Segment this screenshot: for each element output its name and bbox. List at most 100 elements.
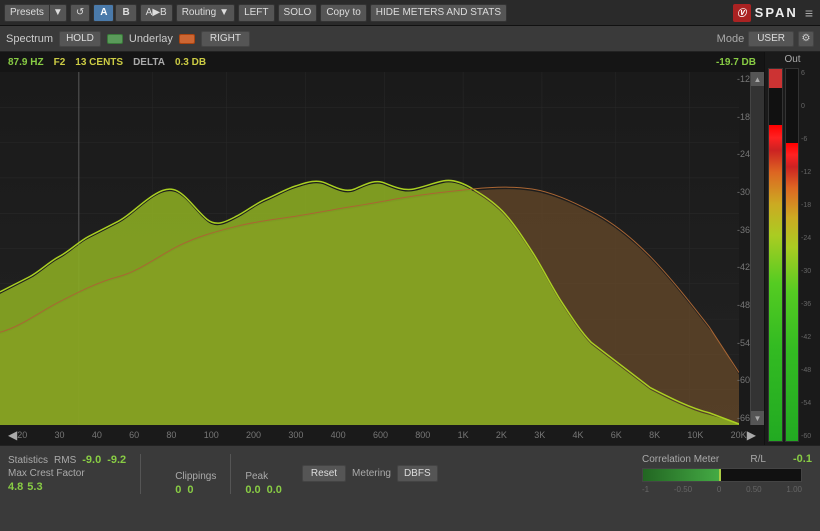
spectrum-info-bar: 87.9 HZ F2 13 CENTS DELTA 0.3 DB -19.7 D… (0, 52, 764, 72)
freq-20k: 20K (731, 430, 747, 440)
freq-scroll-left[interactable]: ◀ (8, 428, 17, 442)
ab-group: A B (93, 4, 136, 22)
clippings-section: Clippings 0 0 (175, 451, 216, 496)
out-label: Out (784, 54, 800, 65)
scale-48: -48 (801, 367, 817, 374)
spectrum-canvas[interactable] (0, 72, 739, 425)
presets-group: Presets ▼ (4, 4, 67, 22)
freq-4k: 4K (572, 430, 583, 440)
spectrum-label: Spectrum (6, 33, 53, 45)
refresh-button[interactable]: ↺ (70, 4, 90, 22)
cents-value: 13 CENTS (75, 57, 123, 68)
db-scale-label-66: -66 (728, 413, 750, 423)
delta-value: 0.3 DB (175, 57, 206, 68)
db-scroll[interactable]: ▲ ▼ (750, 72, 764, 425)
underlay-label: Underlay (129, 33, 173, 45)
peak-val2: 0.0 (267, 484, 282, 496)
clippings-val2: 0 (187, 484, 193, 496)
rl-label: R/L (750, 454, 766, 465)
db-scroll-up[interactable]: ▲ (751, 72, 764, 86)
spectrum-display[interactable]: 87.9 HZ F2 13 CENTS DELTA 0.3 DB -19.7 D… (0, 52, 764, 445)
freq-scroll-right[interactable]: ▶ (747, 428, 756, 442)
main-display: 87.9 HZ F2 13 CENTS DELTA 0.3 DB -19.7 D… (0, 52, 820, 445)
max-crest-val1: 4.8 (8, 481, 23, 493)
db-right-value: -19.7 DB (716, 57, 756, 68)
peak-val1: 0.0 (245, 484, 260, 496)
delta-label: DELTA (133, 57, 165, 68)
corr-label-050: 0.50 (746, 485, 762, 494)
btn-b[interactable]: B (115, 4, 136, 22)
mode-section: Mode USER ⚙ (717, 31, 814, 47)
correlation-indicator (719, 469, 721, 481)
db-scroll-track[interactable] (751, 86, 764, 411)
left-meter-clip (769, 69, 782, 88)
scale-36: -36 (801, 301, 817, 308)
freq-10k: 10K (687, 430, 703, 440)
toolbar: Presets ▼ ↺ A B A▶B Routing ▼ LEFT SOLO … (0, 0, 820, 26)
frequency-value: 87.9 HZ (8, 57, 44, 68)
freq-8k: 8K (649, 430, 660, 440)
freq-100: 100 (204, 430, 219, 440)
routing-dropdown-icon: ▼ (219, 7, 229, 18)
user-mode-button[interactable]: USER (748, 31, 794, 47)
correlation-bar (642, 468, 802, 482)
menu-icon[interactable]: ≡ (802, 5, 816, 21)
reset-button[interactable]: Reset (302, 465, 346, 482)
out-meter-panel: Out 6 0 -6 -12 -18 -24 -30 (764, 52, 820, 445)
hold-button[interactable]: HOLD (59, 31, 101, 47)
scale-18: -18 (801, 202, 817, 209)
scale-42: -42 (801, 334, 817, 341)
freq-3k: 3K (534, 430, 545, 440)
max-crest-label: Max Crest Factor (8, 468, 85, 479)
correlation-bar-fill (643, 469, 719, 481)
right-channel-button[interactable]: RIGHT (201, 31, 250, 47)
scale-6n: -6 (801, 136, 817, 143)
routing-label: Routing (182, 7, 216, 18)
logo-icon: Ⓥ (737, 6, 746, 19)
divider-2 (230, 454, 231, 494)
db-scale-label-12: -12 (728, 74, 750, 84)
corr-label-0: 0 (717, 485, 721, 494)
gear-icon[interactable]: ⚙ (798, 31, 814, 47)
orange-channel-indicator (179, 34, 195, 44)
freq-60: 60 (129, 430, 139, 440)
presets-dropdown[interactable]: ▼ (50, 4, 67, 22)
freq-300: 300 (288, 430, 303, 440)
scale-54: -54 (801, 400, 817, 407)
frequency-bar: ◀ 20 30 40 60 80 100 200 300 400 600 800… (0, 425, 764, 445)
freq-6k: 6K (611, 430, 622, 440)
correlation-value: -0.1 (793, 453, 812, 465)
freq-1k: 1K (458, 430, 469, 440)
hide-meters-button[interactable]: HIDE METERS AND STATS (370, 4, 507, 22)
right-channel-meter (785, 68, 800, 442)
routing-button[interactable]: Routing ▼ (176, 4, 235, 22)
stats-bar: Statistics RMS -9.0 -9.2 Max Crest Facto… (0, 445, 820, 501)
frequency-labels: 20 30 40 60 80 100 200 300 400 600 800 1… (17, 430, 747, 440)
green-channel-indicator (107, 34, 123, 44)
dbfs-button[interactable]: DBFS (397, 465, 438, 482)
solo-button[interactable]: SOLO (278, 4, 318, 22)
note-value: F2 (54, 57, 66, 68)
peak-label: Peak (245, 471, 282, 482)
db-scale-label-48: -48 (728, 300, 750, 310)
clippings-label: Clippings (175, 471, 216, 482)
metering-label: Metering (352, 468, 391, 479)
left-meter-fill (769, 125, 782, 441)
db-scale-label-36: -36 (728, 225, 750, 235)
left-channel-meter (768, 68, 783, 442)
scale-6: 6 (801, 70, 817, 77)
btn-ab[interactable]: A▶B (140, 4, 173, 22)
freq-40: 40 (92, 430, 102, 440)
meter-scale: 6 0 -6 -12 -18 -24 -30 -36 -42 -48 -54 -… (801, 68, 817, 442)
corr-label-minus050: -0.50 (674, 485, 692, 494)
scale-30: -30 (801, 268, 817, 275)
btn-a[interactable]: A (93, 4, 114, 22)
presets-button[interactable]: Presets (4, 4, 50, 22)
db-scroll-down[interactable]: ▼ (751, 411, 764, 425)
spectrum-controls-row: Spectrum HOLD Underlay RIGHT Mode USER ⚙ (0, 26, 820, 52)
correlation-title: Correlation Meter (642, 454, 719, 465)
db-scale-label-30: -30 (728, 187, 750, 197)
freq-20: 20 (17, 430, 27, 440)
left-button[interactable]: LEFT (238, 4, 274, 22)
copy-to-button[interactable]: Copy to (320, 4, 366, 22)
